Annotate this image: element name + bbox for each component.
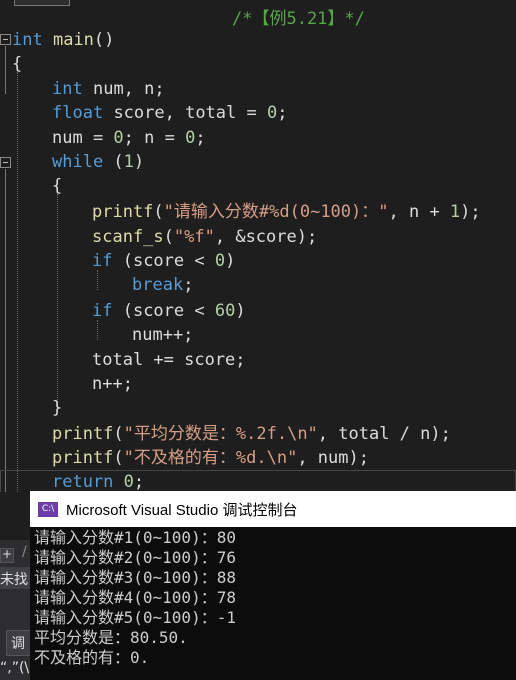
code-line-3[interactable]: int num, n; xyxy=(52,77,165,101)
code-line-14[interactable]: total += score; xyxy=(92,348,246,372)
code-line-8[interactable]: printf("请输入分数#%d(0~100)：", n + 1); xyxy=(92,200,481,224)
debug-console-window[interactable]: C:\ Microsoft Visual Studio 调试控制台 请输入分数#… xyxy=(30,491,516,680)
code-line-1[interactable]: int main() xyxy=(12,28,114,52)
code-line-7[interactable]: { xyxy=(52,174,62,198)
panel-text: “,”(\ xyxy=(0,660,30,676)
code-line-16[interactable]: } xyxy=(52,396,62,420)
code-line-17[interactable]: printf("平均分数是：%.2f.\n", total / n); xyxy=(52,422,451,446)
code-line-15[interactable]: n++; xyxy=(92,372,133,396)
console-output-line: 请输入分数#2(0~100)：76 xyxy=(34,548,236,567)
console-output-line: 不及格的有：0. xyxy=(34,648,150,667)
editor-tab-stub[interactable] xyxy=(14,0,70,6)
code-line-9[interactable]: scanf_s("%f", &score); xyxy=(92,225,317,249)
console-output-line: 请输入分数#4(0~100)：78 xyxy=(34,588,236,607)
indent-guide xyxy=(97,270,98,290)
tree-line: / xyxy=(22,544,27,560)
console-output-line: 请输入分数#5(0~100)：-1 xyxy=(34,608,236,627)
code-line-4[interactable]: float score, total = 0; xyxy=(52,101,287,125)
code-line-13[interactable]: num++; xyxy=(132,323,193,347)
code-line-2[interactable]: { xyxy=(12,52,22,76)
code-comment: /*【例5.21】*/ xyxy=(232,9,365,29)
indent-guide xyxy=(17,72,18,492)
console-app-icon: C:\ xyxy=(38,501,58,517)
code-line-18[interactable]: printf("不及格的有：%d.\n", num); xyxy=(52,446,369,470)
console-output-line: 请输入分数#1(0~100)：80 xyxy=(34,528,236,547)
console-title-bar[interactable]: C:\ Microsoft Visual Studio 调试控制台 xyxy=(30,491,516,527)
fold-toggle-main[interactable] xyxy=(0,34,11,45)
side-panel: + / 未找 调 “,”(\ xyxy=(0,540,30,680)
find-result-row[interactable]: 未找 xyxy=(0,567,30,589)
console-output-line: 请输入分数#3(0~100)：88 xyxy=(34,568,236,587)
console-title: Microsoft Visual Studio 调试控制台 xyxy=(66,501,298,519)
indent-guide xyxy=(57,194,58,412)
indent-guide xyxy=(97,320,98,340)
code-line-5[interactable]: num = 0; n = 0; xyxy=(52,126,206,150)
code-line-11[interactable]: break; xyxy=(132,273,193,297)
code-line-12[interactable]: if (score < 60) xyxy=(92,299,246,323)
panel-tab[interactable]: 调 xyxy=(6,630,30,656)
code-editor[interactable]: /*【例5.21】*/ int main() { int num, n; flo… xyxy=(0,0,516,492)
fold-line xyxy=(5,169,6,492)
expand-icon[interactable]: + xyxy=(0,547,14,563)
code-line-10[interactable]: if (score < 0) xyxy=(92,249,235,273)
code-line-6[interactable]: while (1) xyxy=(52,150,144,174)
fold-line xyxy=(5,46,6,94)
console-output: 请输入分数#1(0~100)：80 请输入分数#2(0~100)：76 请输入分… xyxy=(30,527,516,668)
code-line-19[interactable]: return 0; xyxy=(52,470,144,492)
fold-toggle-while[interactable] xyxy=(0,157,11,168)
console-output-line: 平均分数是：80.50. xyxy=(34,628,188,647)
